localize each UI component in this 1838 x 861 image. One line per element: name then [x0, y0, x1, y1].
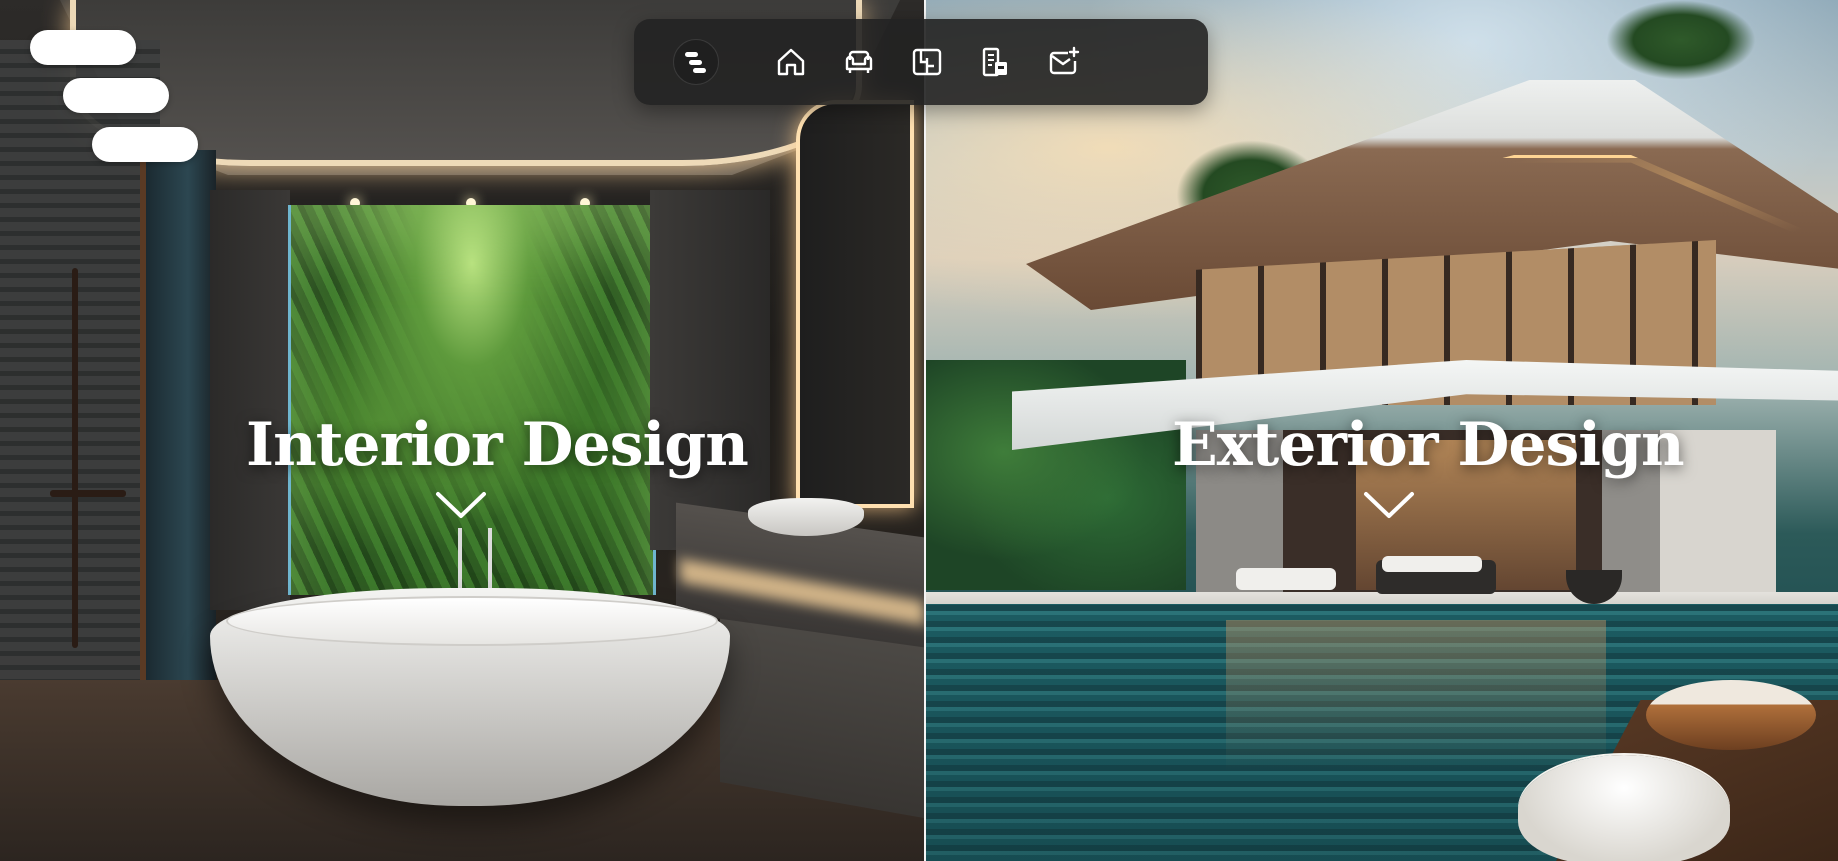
nav-exterior[interactable]	[976, 43, 1014, 81]
tub-faucet	[458, 528, 492, 590]
nav-floor-plans[interactable]	[908, 43, 946, 81]
top-navbar	[634, 19, 1208, 105]
lounge-cushions	[1382, 556, 1482, 572]
chevron-down-icon	[436, 492, 486, 518]
chevron-down-icon[interactable]	[434, 488, 488, 522]
chevron-down-icon[interactable]	[1362, 488, 1416, 522]
exterior-design-title[interactable]: Exterior Design	[1172, 415, 1685, 475]
menu-bar	[63, 78, 169, 113]
brand-logo-icon	[685, 52, 706, 73]
exterior-panel[interactable]: Exterior Design	[926, 0, 1838, 861]
shower-pipe	[72, 268, 78, 648]
shower-arm	[50, 490, 126, 497]
menu-bar	[30, 30, 136, 65]
chevron-down-icon	[1364, 492, 1414, 518]
floor-plan-icon	[912, 48, 942, 76]
nav-home[interactable]	[772, 43, 810, 81]
round-pouf	[1518, 755, 1730, 861]
sofa-icon	[845, 50, 873, 73]
bathtub-rim	[226, 596, 718, 646]
shower-glass	[140, 150, 216, 690]
round-coffee-table	[1646, 680, 1816, 750]
menu-bar	[92, 127, 198, 162]
lounge-sofa	[1236, 568, 1336, 590]
home-icon	[777, 48, 805, 76]
pool-reflection	[1226, 620, 1606, 770]
building-icon	[982, 47, 1007, 77]
dark-wall-panel	[650, 190, 770, 550]
landing-page: Interior Design Exterior Design	[0, 0, 1838, 861]
dark-wall-panel	[210, 190, 290, 610]
mail-add-icon	[1049, 46, 1080, 75]
nav-contact[interactable]	[1044, 43, 1082, 81]
palm-tree	[1606, 0, 1756, 80]
interior-design-title[interactable]: Interior Design	[246, 415, 749, 475]
backlit-mirror	[796, 100, 914, 508]
nav-interior[interactable]	[840, 43, 878, 81]
brand-logo-icon[interactable]	[673, 39, 719, 85]
hamburger-menu-icon[interactable]	[28, 30, 203, 165]
